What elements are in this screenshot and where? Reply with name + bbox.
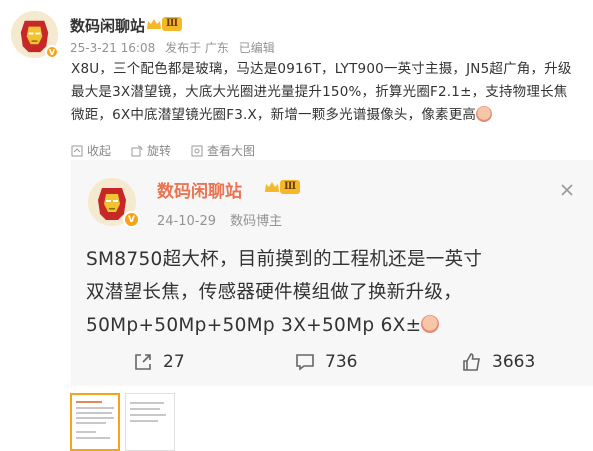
share-stat[interactable]: 27 [133, 352, 185, 372]
repost-meta: 24-10-29 数码博主 [157, 210, 288, 229]
emoji-icon [476, 106, 493, 122]
collapse-button[interactable]: 收起 [71, 142, 111, 159]
rotate-icon [131, 145, 143, 156]
post-edited[interactable]: 已编辑 [239, 41, 275, 55]
repost-text-line: 双潜望长焦，传感器硬件模组做了换新升级， [86, 282, 463, 303]
collapse-label: 收起 [87, 144, 112, 158]
view-large-image-button[interactable]: 查看大图 [191, 142, 255, 159]
post-text-line: X8U，三个配色都是玻璃，马达是0916T，LYT900一英寸主摄，JN5超广角… [71, 61, 572, 77]
image-thumbnail[interactable] [125, 393, 175, 451]
repost-text-line: SM8750超大杯，目前摸到的工程机还是一英寸 [86, 249, 483, 270]
image-action-row: 收起 旋转 查看大图 [71, 142, 255, 159]
level-label: Ⅲ [280, 180, 301, 194]
rotate-label: 旋转 [147, 144, 172, 158]
comment-stat[interactable]: 736 [295, 352, 357, 372]
image-thumbnail-selected[interactable] [70, 393, 120, 451]
post-text-line: 最大是3X潜望镜，大底大光圈进光量提升150%，折算光圈F2.1±，支持物理长焦 [71, 84, 568, 100]
comment-count: 736 [325, 352, 358, 372]
view-large-image-label: 查看大图 [207, 144, 256, 158]
post-text-line: 微距，6X中底潜望镜光圈F3.X，新增一颗多光谱摄像头，像素更高 [71, 104, 586, 127]
level-label: Ⅲ [162, 17, 183, 31]
crown-icon [147, 19, 161, 29]
repost-timestamp[interactable]: 24-10-29 [157, 214, 216, 229]
thumbs-up-icon [463, 353, 480, 371]
zoom-image-icon [191, 145, 203, 156]
author-name[interactable]: 数码闲聊站 [70, 15, 145, 36]
post-meta: 25-3-21 16:08 发布于 广东 已编辑 [70, 39, 281, 56]
repost-text-line: 50Mp+50Mp+50Mp 3X+50Mp 6X± [86, 309, 576, 342]
post-text-segment: 微距，6X中底潜望镜光圈F3.X，新增一颗多光谱摄像头，像素更高 [71, 107, 477, 123]
like-count: 3663 [492, 352, 536, 372]
close-icon[interactable] [559, 182, 575, 198]
like-stat[interactable]: 3663 [462, 352, 535, 372]
repost-body: SM8750超大杯，目前摸到的工程机还是一英寸 双潜望长焦，传感器硬件模组做了换… [86, 243, 576, 342]
level-badge: Ⅲ [146, 17, 183, 31]
repost-text-segment: 50Mp+50Mp+50Mp 3X+50Mp 6X± [86, 315, 422, 336]
verified-badge-icon: V [123, 211, 140, 228]
repost-author-name[interactable]: 数码闲聊站 [157, 177, 242, 202]
share-icon [135, 354, 151, 370]
comment-icon [296, 354, 314, 371]
post-source: 发布于 广东 [165, 41, 229, 55]
emoji-icon [421, 315, 440, 333]
share-count: 27 [163, 352, 185, 372]
repost-level-badge: Ⅲ [264, 180, 301, 194]
post-timestamp[interactable]: 25-3-21 16:08 [70, 41, 155, 55]
repost-tag: 数码博主 [230, 214, 283, 229]
collapse-icon [71, 145, 83, 156]
verified-badge-icon: V [45, 45, 59, 59]
post-body: X8U，三个配色都是玻璃，马达是0916T，LYT900一英寸主摄，JN5超广角… [71, 58, 586, 127]
rotate-button[interactable]: 旋转 [131, 142, 171, 159]
crown-icon [265, 182, 279, 192]
